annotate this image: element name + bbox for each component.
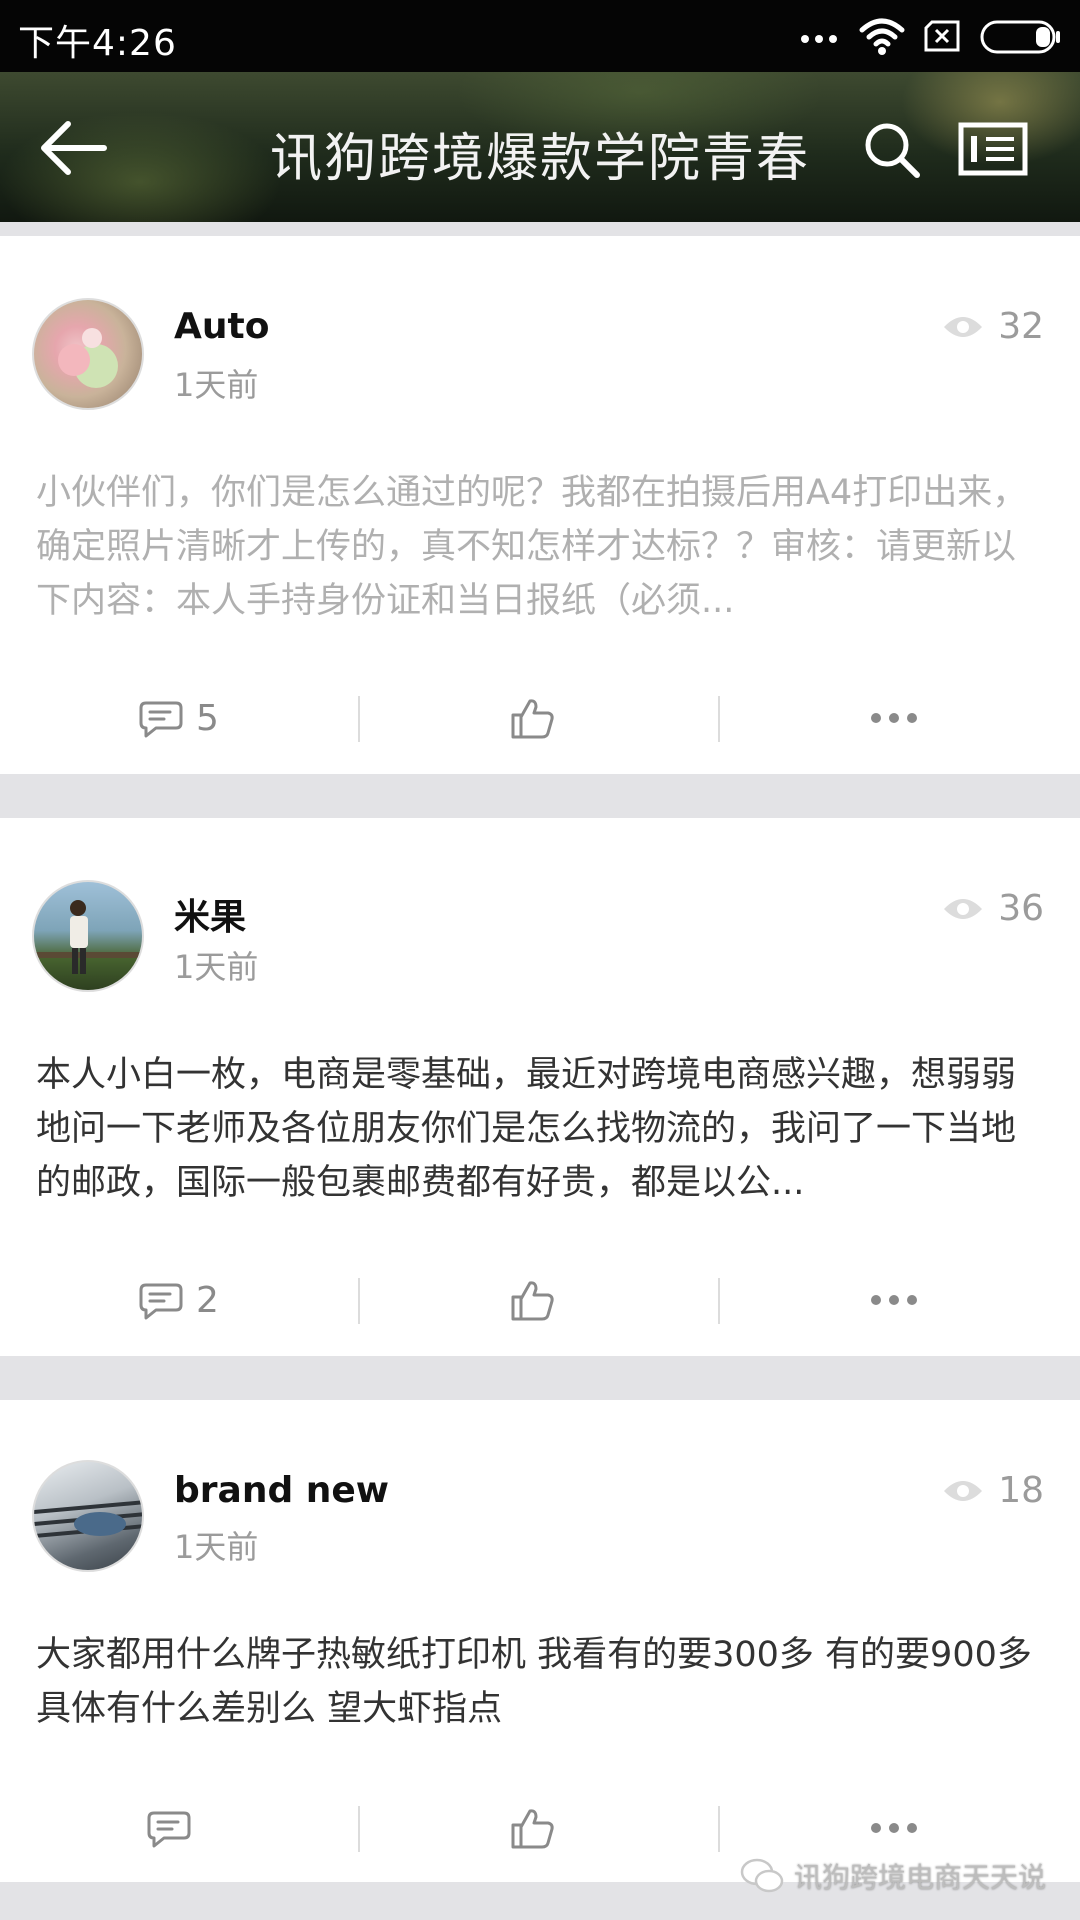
more-dots-icon: [871, 713, 917, 723]
post-actions: 2: [0, 1270, 1080, 1330]
action-divider: [358, 696, 360, 742]
eye-icon: [944, 316, 983, 337]
eye-icon: [944, 898, 983, 919]
avatar[interactable]: [32, 1460, 144, 1572]
post-time: 1天前: [174, 948, 259, 986]
more-dots-icon: [801, 35, 837, 43]
post-author[interactable]: 米果: [174, 888, 246, 940]
comment-count: 2: [196, 1279, 219, 1321]
avatar[interactable]: [32, 298, 144, 410]
wechat-icon: [740, 1858, 784, 1893]
like-button[interactable]: [510, 1798, 556, 1858]
more-button[interactable]: [870, 688, 918, 748]
action-divider: [718, 696, 720, 742]
more-button[interactable]: [870, 1270, 918, 1330]
comment-icon: [147, 1811, 191, 1848]
comment-button[interactable]: 2: [138, 1270, 219, 1330]
comment-icon: [139, 1283, 183, 1320]
thumbs-up-icon: [511, 1809, 554, 1849]
view-count: 32: [942, 306, 1044, 347]
post-content[interactable]: 本人小白一枚，电商是零基础，最近对跨境电商感兴趣，想弱弱地问一下老师及各位朋友你…: [36, 1048, 1046, 1210]
eye-icon: [944, 1480, 983, 1501]
battery-icon: [980, 20, 1060, 54]
view-count-value: 18: [998, 1470, 1044, 1511]
watermark: 讯狗跨境电商天天说: [740, 1856, 1046, 1896]
watermark-text: 讯狗跨境电商天天说: [793, 1861, 1046, 1894]
post-author[interactable]: Auto: [174, 306, 269, 347]
status-bar: 下午4:26: [0, 0, 1080, 72]
view-count: 36: [942, 888, 1044, 929]
post-time: 1天前: [174, 1528, 259, 1566]
avatar[interactable]: [32, 880, 144, 992]
more-button[interactable]: [870, 1798, 918, 1858]
avatar-image-icon: [34, 900, 142, 974]
comment-count: 5: [196, 697, 219, 739]
thumbs-up-icon: [511, 1281, 554, 1321]
post-content[interactable]: 大家都用什么牌子热敏纸打印机 我看有的要300多 有的要900多 具体有什么差别…: [36, 1628, 1046, 1736]
post-card[interactable]: 米果 1天前 36 本人小白一枚，电商是零基础，最近对跨境电商感兴趣，想弱弱地问…: [0, 818, 1080, 1356]
view-count-value: 36: [998, 888, 1044, 929]
comment-button[interactable]: 5: [138, 688, 219, 748]
like-button[interactable]: [510, 688, 556, 748]
action-divider: [358, 1278, 360, 1324]
sim-x-icon: [924, 20, 960, 52]
more-dots-icon: [871, 1823, 917, 1833]
like-button[interactable]: [510, 1270, 556, 1330]
comment-icon: [139, 701, 183, 738]
wifi-icon: [859, 18, 905, 55]
post-time: 1天前: [174, 366, 259, 404]
thumbs-up-icon: [511, 699, 554, 739]
view-count: 18: [942, 1470, 1044, 1511]
more-dots-icon: [871, 1295, 917, 1305]
comment-button[interactable]: [146, 1798, 204, 1858]
avatar-image-icon: [34, 1500, 142, 1538]
search-icon[interactable]: [862, 120, 922, 180]
action-divider: [718, 1278, 720, 1324]
status-time: 下午4:26: [18, 23, 177, 64]
action-divider: [718, 1806, 720, 1852]
post-card[interactable]: brand new 1天前 18 大家都用什么牌子热敏纸打印机 我看有的要300…: [0, 1400, 1080, 1882]
post-author[interactable]: brand new: [174, 1470, 389, 1511]
post-content[interactable]: 小伙伴们，你们是怎么通过的呢？我都在拍摄后用A4打印出来，确定照片清晰才上传的，…: [36, 466, 1046, 628]
view-count-value: 32: [998, 306, 1044, 347]
post-card[interactable]: Auto 1天前 32 小伙伴们，你们是怎么通过的呢？我都在拍摄后用A4打印出来…: [0, 236, 1080, 774]
avatar-image-icon: [58, 328, 118, 388]
group-info-icon[interactable]: [958, 122, 1028, 176]
post-actions: 5: [0, 688, 1080, 748]
post-actions: [0, 1798, 1080, 1858]
app-bar: 讯狗跨境爆款学院青春: [0, 72, 1080, 222]
action-divider: [358, 1806, 360, 1852]
